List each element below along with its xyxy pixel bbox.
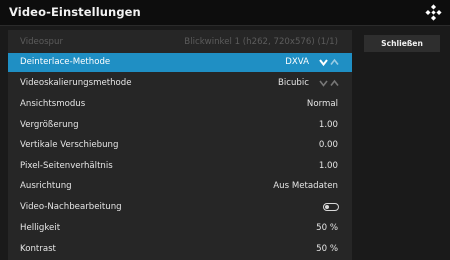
setting-row-videospur: Videospur Blickwinkel 1 (h262, 720x576) … xyxy=(8,33,352,52)
spinner-arrows-icon[interactable] xyxy=(319,79,341,88)
settings-list: Videospur Blickwinkel 1 (h262, 720x576) … xyxy=(8,30,352,260)
setting-row-vertical-shift[interactable]: Vertikale Verschiebung 0.00 xyxy=(8,136,352,155)
setting-label: Vertikale Verschiebung xyxy=(20,140,119,150)
setting-value: 0.00 xyxy=(318,140,338,150)
spinner-arrows-icon[interactable] xyxy=(319,58,341,67)
setting-value: 50 % xyxy=(316,223,338,233)
toggle-knob xyxy=(325,205,329,209)
setting-value: Blickwinkel 1 (h262, 720x576) (1/1) xyxy=(184,37,338,47)
close-button[interactable]: Schließen xyxy=(364,35,440,52)
setting-row-brightness[interactable]: Helligkeit 50 % xyxy=(8,219,352,238)
setting-label: Deinterlace-Methode xyxy=(20,57,111,67)
setting-label: Videospur xyxy=(20,37,63,47)
post-processing-toggle[interactable] xyxy=(323,203,339,211)
setting-value: Aus Metadaten xyxy=(273,181,338,191)
dialog-title: Video-Einstellungen xyxy=(9,5,141,19)
setting-row-scaling-method[interactable]: Videoskalierungsmethode Bicubic xyxy=(8,74,352,93)
setting-value: 1.00 xyxy=(318,120,338,130)
setting-value: 1.00 xyxy=(318,161,338,171)
setting-row-pixel-ratio[interactable]: Pixel-Seitenverhältnis 1.00 xyxy=(8,157,352,176)
setting-row-orientation[interactable]: Ausrichtung Aus Metadaten xyxy=(8,177,352,196)
setting-value: Bicubic xyxy=(277,78,309,88)
setting-label: Ausrichtung xyxy=(20,181,72,191)
setting-label: Video-Nachbearbeitung xyxy=(20,202,122,212)
setting-value: Normal xyxy=(306,99,338,109)
setting-row-view-mode[interactable]: Ansichtsmodus Normal xyxy=(8,95,352,114)
setting-label: Ansichtsmodus xyxy=(20,99,86,109)
setting-label: Helligkeit xyxy=(20,223,61,233)
setting-label: Vergrößerung xyxy=(20,120,79,130)
setting-label: Kontrast xyxy=(20,244,56,254)
setting-row-deinterlace-method[interactable]: Deinterlace-Methode DXVA xyxy=(8,53,352,72)
setting-label: Videoskalierungsmethode xyxy=(20,78,132,88)
setting-label: Pixel-Seitenverhältnis xyxy=(20,161,113,171)
setting-row-contrast[interactable]: Kontrast 50 % xyxy=(8,240,352,259)
setting-value: 50 % xyxy=(316,244,338,254)
setting-value: DXVA xyxy=(285,57,309,67)
setting-row-zoom[interactable]: Vergrößerung 1.00 xyxy=(8,116,352,135)
side-button-panel: Schließen xyxy=(352,30,450,260)
setting-row-post-processing[interactable]: Video-Nachbearbeitung xyxy=(8,198,352,217)
dialog-header: Video-Einstellungen xyxy=(0,0,450,26)
kodi-logo-icon xyxy=(425,4,442,21)
